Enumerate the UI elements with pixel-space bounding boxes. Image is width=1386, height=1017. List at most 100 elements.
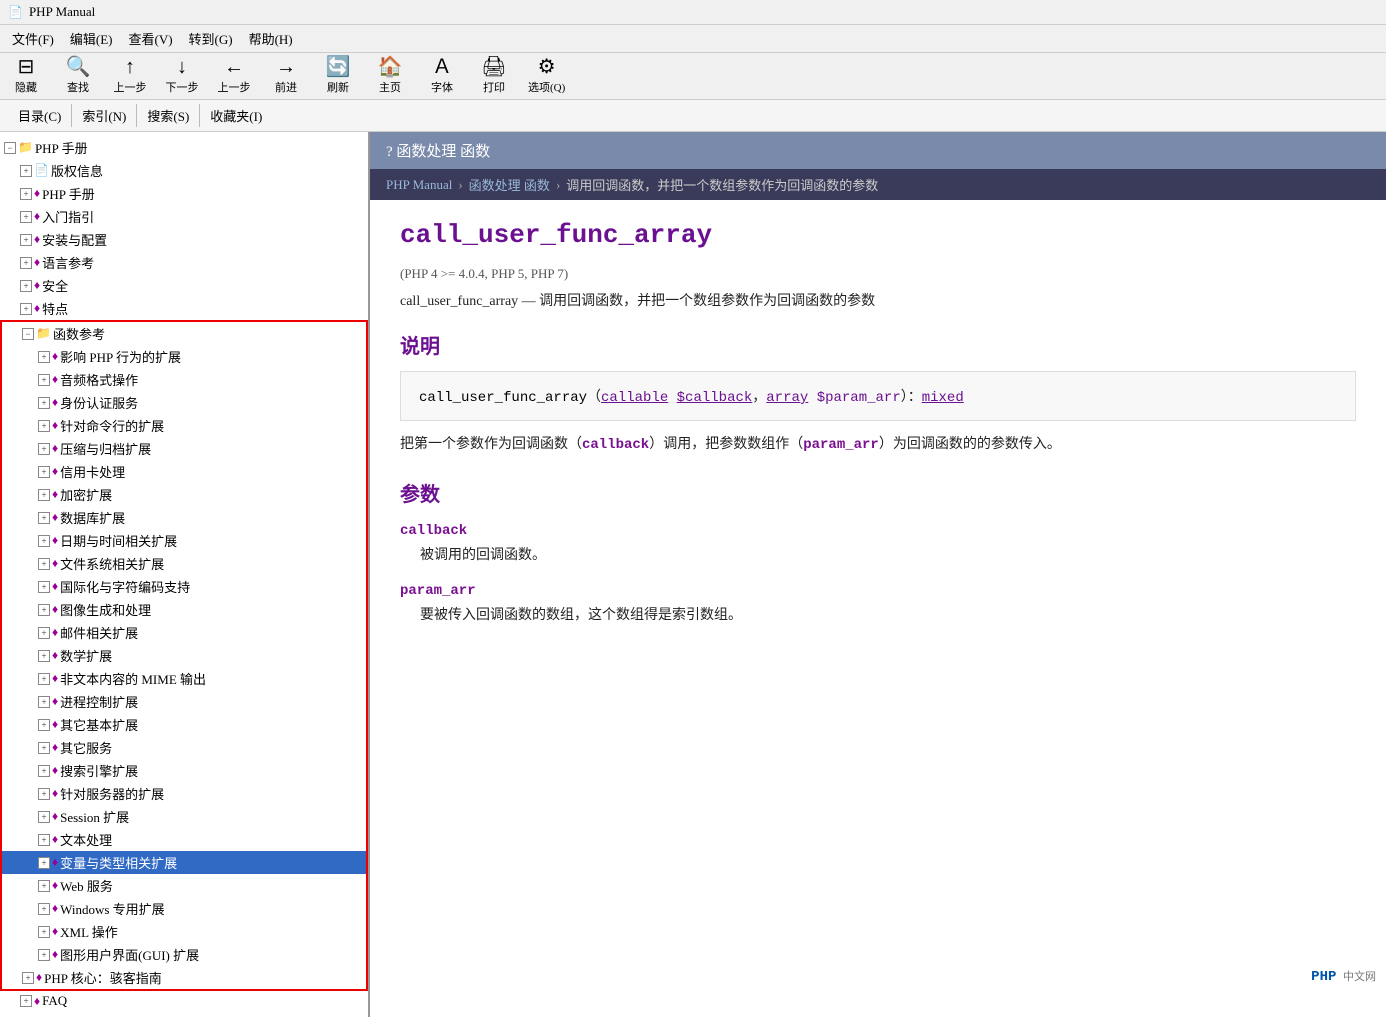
sidebar-item-session[interactable]: +♦Session 扩展 xyxy=(2,805,366,828)
sidebar-item-appendix[interactable]: +♦附录 xyxy=(0,1011,368,1017)
expand-btn-image[interactable]: + xyxy=(38,604,50,616)
expand-btn-php-core[interactable]: + xyxy=(22,972,34,984)
sidebar-item-other-svc[interactable]: +♦其它服务 xyxy=(2,736,366,759)
sidebar-item-mail[interactable]: +♦邮件相关扩展 xyxy=(2,621,366,644)
refresh-button[interactable]: 🔄 刷新 xyxy=(320,57,356,95)
sidebar-item-audio-format[interactable]: +♦音频格式操作 xyxy=(2,368,366,391)
breadcrumb-link-home[interactable]: PHP Manual xyxy=(386,177,452,193)
tab-index[interactable]: 索引(N) xyxy=(72,104,137,127)
options-button[interactable]: ⚙ 选项(Q) xyxy=(528,57,565,95)
expand-btn-xml[interactable]: + xyxy=(38,926,50,938)
expand-btn-mail[interactable]: + xyxy=(38,627,50,639)
sidebar-item-install-config[interactable]: +♦安装与配置 xyxy=(0,228,368,251)
expand-btn-install-config[interactable]: + xyxy=(20,234,32,246)
sidebar-item-web-svc[interactable]: +♦Web 服务 xyxy=(2,874,366,897)
expand-btn-crypto[interactable]: + xyxy=(38,489,50,501)
menu-file[interactable]: 文件(F) xyxy=(4,27,62,50)
sidebar-item-image[interactable]: +♦图像生成和处理 xyxy=(2,598,366,621)
tab-favorites[interactable]: 收藏夹(I) xyxy=(200,104,272,127)
expand-btn-compress[interactable]: + xyxy=(38,443,50,455)
expand-btn-audio-format[interactable]: + xyxy=(38,374,50,386)
expand-btn-windows[interactable]: + xyxy=(38,903,50,915)
expand-btn-auth[interactable]: + xyxy=(38,397,50,409)
expand-btn-gui[interactable]: + xyxy=(38,949,50,961)
sidebar-item-text[interactable]: +♦文本处理 xyxy=(2,828,366,851)
menu-view[interactable]: 查看(V) xyxy=(121,27,181,50)
sidebar-item-php-manual[interactable]: +♦PHP 手册 xyxy=(0,182,368,205)
menu-goto[interactable]: 转到(G) xyxy=(181,27,241,50)
sidebar-item-var-type[interactable]: +♦变量与类型相关扩展 xyxy=(2,851,366,874)
expand-btn-func-ref[interactable]: − xyxy=(22,328,34,340)
sidebar-item-gui[interactable]: +♦图形用户界面(GUI) 扩展 xyxy=(2,943,366,966)
sidebar-item-compress[interactable]: +♦压缩与归档扩展 xyxy=(2,437,366,460)
expand-btn-lang-ref[interactable]: + xyxy=(20,257,32,269)
sidebar-item-cmd-line[interactable]: +♦针对命令行的扩展 xyxy=(2,414,366,437)
sidebar-item-lang-ref[interactable]: +♦语言参考 xyxy=(0,251,368,274)
sidebar-item-xml[interactable]: +♦XML 操作 xyxy=(2,920,366,943)
sidebar-item-non-text[interactable]: +♦非文本内容的 MIME 输出 xyxy=(2,667,366,690)
menu-edit[interactable]: 编辑(E) xyxy=(62,27,121,50)
expand-btn-version-info[interactable]: + xyxy=(20,165,32,177)
expand-btn-server-ext[interactable]: + xyxy=(38,788,50,800)
book-icon-server-ext: ♦ xyxy=(52,786,58,801)
expand-btn-cmd-line[interactable]: + xyxy=(38,420,50,432)
home-button[interactable]: 🏠 主页 xyxy=(372,57,408,95)
sidebar-item-datetime[interactable]: +♦日期与时间相关扩展 xyxy=(2,529,366,552)
expand-btn-affect-php[interactable]: + xyxy=(38,351,50,363)
back-button[interactable]: ← 上一步 xyxy=(216,57,252,95)
hide-button[interactable]: ⊟ 隐藏 xyxy=(8,57,44,95)
sidebar-item-windows[interactable]: +♦Windows 专用扩展 xyxy=(2,897,366,920)
sidebar-item-intro-guide[interactable]: +♦入门指引 xyxy=(0,205,368,228)
expand-btn-database[interactable]: + xyxy=(38,512,50,524)
sidebar-item-search-engine[interactable]: +♦搜索引擎扩展 xyxy=(2,759,366,782)
find-button[interactable]: 🔍 查找 xyxy=(60,57,96,95)
expand-btn-other-basic[interactable]: + xyxy=(38,719,50,731)
tab-search[interactable]: 搜索(S) xyxy=(137,104,200,127)
sidebar-item-php-core[interactable]: +♦PHP 核心：骇客指南 xyxy=(2,966,366,989)
print-button[interactable]: 🖨 打印 xyxy=(476,57,512,95)
sidebar-item-crypto[interactable]: +♦加密扩展 xyxy=(2,483,366,506)
expand-btn-php-manual[interactable]: + xyxy=(20,188,32,200)
tab-toc[interactable]: 目录(C) xyxy=(8,104,72,127)
menu-help[interactable]: 帮助(H) xyxy=(241,27,301,50)
sidebar-item-filesystem[interactable]: +♦文件系统相关扩展 xyxy=(2,552,366,575)
sidebar-item-func-ref[interactable]: −📁函数参考 xyxy=(2,322,366,345)
expand-btn-math[interactable]: + xyxy=(38,650,50,662)
expand-btn-web-svc[interactable]: + xyxy=(38,880,50,892)
breadcrumb-link-section[interactable]: 函数处理 函数 xyxy=(469,175,550,194)
sidebar-item-database[interactable]: +♦数据库扩展 xyxy=(2,506,366,529)
sidebar-item-other-basic[interactable]: +♦其它基本扩展 xyxy=(2,713,366,736)
sidebar-item-features[interactable]: +♦特点 xyxy=(0,297,368,320)
expand-btn-other-svc[interactable]: + xyxy=(38,742,50,754)
sidebar-item-faq[interactable]: +♦FAQ xyxy=(0,991,368,1011)
sidebar-item-math[interactable]: +♦数学扩展 xyxy=(2,644,366,667)
expand-btn-datetime[interactable]: + xyxy=(38,535,50,547)
expand-btn-faq[interactable]: + xyxy=(20,995,32,1007)
expand-btn-creditcard[interactable]: + xyxy=(38,466,50,478)
expand-btn-process[interactable]: + xyxy=(38,696,50,708)
expand-btn-filesystem[interactable]: + xyxy=(38,558,50,570)
sidebar-item-creditcard[interactable]: +♦信用卡处理 xyxy=(2,460,366,483)
sidebar-item-version-info[interactable]: +📄版权信息 xyxy=(0,159,368,182)
forward-button[interactable]: → 前进 xyxy=(268,57,304,95)
next-step-button[interactable]: ↓ 下一步 xyxy=(164,57,200,95)
expand-btn-var-type[interactable]: + xyxy=(38,857,50,869)
sidebar-item-process[interactable]: +♦进程控制扩展 xyxy=(2,690,366,713)
font-button[interactable]: Ａ 字体 xyxy=(424,57,460,95)
sidebar-item-affect-php[interactable]: +♦影响 PHP 行为的扩展 xyxy=(2,345,366,368)
sidebar-item-auth[interactable]: +♦身份认证服务 xyxy=(2,391,366,414)
expand-btn-session[interactable]: + xyxy=(38,811,50,823)
sidebar-item-security[interactable]: +♦安全 xyxy=(0,274,368,297)
expand-btn-non-text[interactable]: + xyxy=(38,673,50,685)
prev-step-button[interactable]: ↑ 上一步 xyxy=(112,57,148,95)
sidebar-item-server-ext[interactable]: +♦针对服务器的扩展 xyxy=(2,782,366,805)
expand-btn-security[interactable]: + xyxy=(20,280,32,292)
expand-btn-intro-guide[interactable]: + xyxy=(20,211,32,223)
expand-btn-text[interactable]: + xyxy=(38,834,50,846)
expand-btn-php-manual-root[interactable]: − xyxy=(4,142,16,154)
sidebar-item-php-manual-root[interactable]: −📁PHP 手册 xyxy=(0,136,368,159)
expand-btn-features[interactable]: + xyxy=(20,303,32,315)
expand-btn-search-engine[interactable]: + xyxy=(38,765,50,777)
expand-btn-i18n[interactable]: + xyxy=(38,581,50,593)
sidebar-item-i18n[interactable]: +♦国际化与字符编码支持 xyxy=(2,575,366,598)
